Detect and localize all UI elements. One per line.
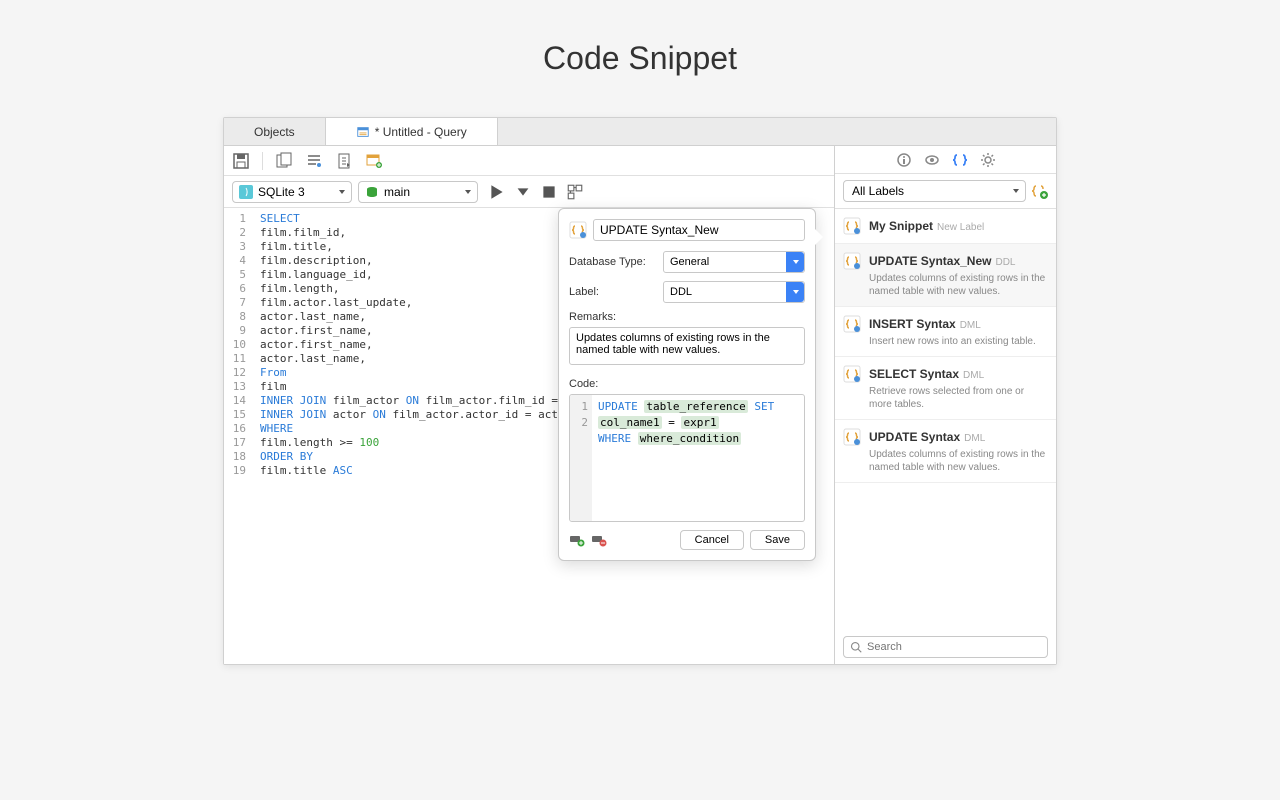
snippet-item[interactable]: UPDATE Syntax DML Updates columns of exist… — [835, 420, 1056, 483]
code-label: Code: — [569, 378, 805, 390]
beautify-icon[interactable] — [305, 152, 323, 170]
tab-label: Objects — [254, 125, 295, 139]
label-value: DDL — [670, 286, 692, 298]
search-box[interactable] — [843, 636, 1048, 658]
snippet-desc: Updates columns of existing rows in the … — [869, 448, 1046, 474]
snippet-braces-icon[interactable] — [952, 152, 968, 168]
snippet-desc: Insert new rows into an existing table. — [869, 335, 1046, 348]
create-snippet-icon[interactable] — [365, 152, 383, 170]
database-selector[interactable]: main — [358, 181, 478, 203]
snippet-tag: DML — [963, 370, 984, 381]
app-window: Objects * Untitled - Query — [223, 117, 1057, 665]
snippet-desc: Retrieve rows selected from one or more … — [869, 385, 1046, 411]
labels-filter-select[interactable]: All Labels — [843, 180, 1026, 202]
snippet-tag: DML — [960, 320, 981, 331]
run-dropdown-icon[interactable] — [514, 183, 532, 201]
add-snippet-icon[interactable] — [1032, 183, 1048, 199]
export-icon[interactable] — [335, 152, 353, 170]
label-label: Label: — [569, 286, 655, 298]
toolbar — [224, 146, 834, 176]
snippet-list: My SnippetNew LabelUPDATE Syntax_NewDDLU… — [835, 209, 1056, 630]
snippet-desc: Updates columns of existing rows in the … — [869, 272, 1046, 298]
snippet-item[interactable]: INSERT Syntax DML Insert new rows into an … — [835, 307, 1056, 357]
snippet-icon — [569, 221, 587, 239]
eye-icon[interactable] — [924, 152, 940, 168]
snippet-item[interactable]: My Snippet New Label — [835, 209, 1056, 244]
tab-objects[interactable]: Objects — [224, 118, 326, 145]
snippet-item[interactable]: SELECT Syntax DML Retrieve rows selected f… — [835, 357, 1056, 420]
info-icon[interactable] — [896, 152, 912, 168]
snippet-title: UPDATE Syntax — [869, 430, 960, 444]
db-type-select[interactable]: General — [663, 251, 805, 273]
labels-filter-row: All Labels — [835, 174, 1056, 209]
remarks-label: Remarks: — [569, 311, 805, 323]
snippet-icon — [843, 365, 861, 383]
tab-query[interactable]: * Untitled - Query — [326, 118, 498, 145]
snippet-title: UPDATE Syntax_New — [869, 254, 991, 268]
query-builder-icon[interactable] — [275, 152, 293, 170]
snippet-gutter: 12 — [570, 395, 592, 521]
window-tabs: Objects * Untitled - Query — [224, 118, 1056, 146]
cancel-button[interactable]: Cancel — [680, 530, 744, 550]
connection-bar: SQLite 3 main — [224, 176, 834, 208]
labels-filter-value: All Labels — [852, 184, 904, 198]
add-placeholder-icon[interactable] — [569, 533, 585, 547]
remarks-textarea[interactable] — [569, 327, 805, 365]
database-icon — [365, 185, 379, 199]
snippet-title: SELECT Syntax — [869, 367, 959, 381]
snippet-icon — [843, 252, 861, 270]
snippet-name-input[interactable] — [593, 219, 805, 241]
sidebar-icon-bar — [835, 146, 1056, 174]
sqlite-icon — [239, 185, 253, 199]
connection-selector[interactable]: SQLite 3 — [232, 181, 352, 203]
stop-icon[interactable] — [540, 183, 558, 201]
run-icon[interactable] — [488, 183, 506, 201]
page-title: Code Snippet — [0, 0, 1280, 117]
snippet-tag: DML — [964, 433, 985, 444]
snippet-sidebar: All Labels My Snippet New Label UPDATE Syn… — [834, 146, 1056, 664]
snippet-icon — [843, 428, 861, 446]
tab-label: * Untitled - Query — [375, 125, 467, 139]
db-type-label: Database Type: — [569, 256, 655, 268]
line-gutter: 12345678910111213141516171819 — [224, 208, 252, 664]
search-icon — [850, 641, 862, 653]
explain-icon[interactable] — [566, 183, 584, 201]
snippet-title: INSERT Syntax — [869, 317, 956, 331]
snippet-tag: New Label — [937, 222, 984, 233]
remove-placeholder-icon[interactable] — [591, 533, 607, 547]
snippet-title: My Snippet — [869, 219, 933, 233]
snippet-icon — [843, 315, 861, 333]
snippet-icon — [843, 217, 861, 235]
query-icon — [356, 125, 370, 139]
snippet-editor-popover: Database Type: General Label: DDL Remark… — [558, 208, 816, 561]
search-input[interactable] — [867, 641, 1041, 653]
database-name: main — [384, 185, 410, 199]
snippet-item[interactable]: UPDATE Syntax_New DDL Updates columns of e… — [835, 244, 1056, 307]
connection-name: SQLite 3 — [258, 185, 305, 199]
snippet-code-lines: UPDATE table_reference SET col_name1 = e… — [592, 395, 804, 521]
snippet-code-editor[interactable]: 12 UPDATE table_reference SET col_name1 … — [569, 394, 805, 522]
db-type-value: General — [670, 256, 709, 268]
save-icon[interactable] — [232, 152, 250, 170]
gear-icon[interactable] — [980, 152, 996, 168]
snippet-tag: DDL — [995, 257, 1015, 268]
save-button[interactable]: Save — [750, 530, 805, 550]
label-select[interactable]: DDL — [663, 281, 805, 303]
